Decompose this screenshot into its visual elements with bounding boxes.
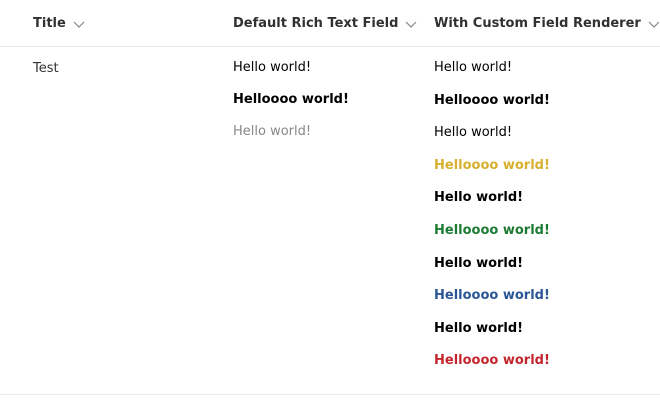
- rich-text-line: Helloooo world!: [434, 353, 550, 369]
- column-header-label: Title: [33, 16, 66, 31]
- rich-text-line: Hello world!: [233, 60, 312, 75]
- chevron-down-icon[interactable]: [404, 17, 418, 31]
- rich-text-line: Helloooo world!: [434, 288, 550, 304]
- rich-text-line: Helloooo world!: [434, 222, 550, 238]
- rich-text-line: Helloooo world!: [233, 92, 349, 107]
- chevron-down-icon[interactable]: [647, 17, 660, 31]
- column-header-label: Default Rich Text Field: [233, 16, 399, 31]
- cell-custom-renderer: Hello world! Helloooo world! Hello world! H…: [434, 60, 550, 386]
- rich-text-line: Hello world!: [434, 320, 524, 336]
- rich-text-line: Hello world!: [434, 60, 513, 75]
- rich-text-line: Hello world!: [434, 255, 524, 271]
- column-header-title[interactable]: Title: [33, 0, 86, 47]
- table-row[interactable]: Test Hello world! Helloooo world! Hello wo…: [0, 47, 660, 395]
- rich-text-line: Helloooo world!: [434, 157, 550, 173]
- chevron-down-icon[interactable]: [72, 17, 86, 31]
- rich-text-line: Hello world!: [434, 190, 524, 206]
- column-header-default-rich-text[interactable]: Default Rich Text Field: [233, 0, 418, 47]
- column-header-label: With Custom Field Renderer: [434, 16, 641, 31]
- cell-default-rich-text: Hello world! Helloooo world! Hello world!: [233, 60, 349, 156]
- list-view: Title Default Rich Text Field With Custo…: [0, 0, 660, 407]
- list-header: Title Default Rich Text Field With Custo…: [0, 0, 660, 47]
- rich-text-line: Hello world!: [434, 125, 513, 141]
- rich-text-line: Hello world!: [233, 124, 312, 139]
- cell-title[interactable]: Test: [33, 61, 59, 76]
- rich-text-line: Helloooo world!: [434, 92, 550, 108]
- column-header-custom-renderer[interactable]: With Custom Field Renderer: [434, 0, 660, 47]
